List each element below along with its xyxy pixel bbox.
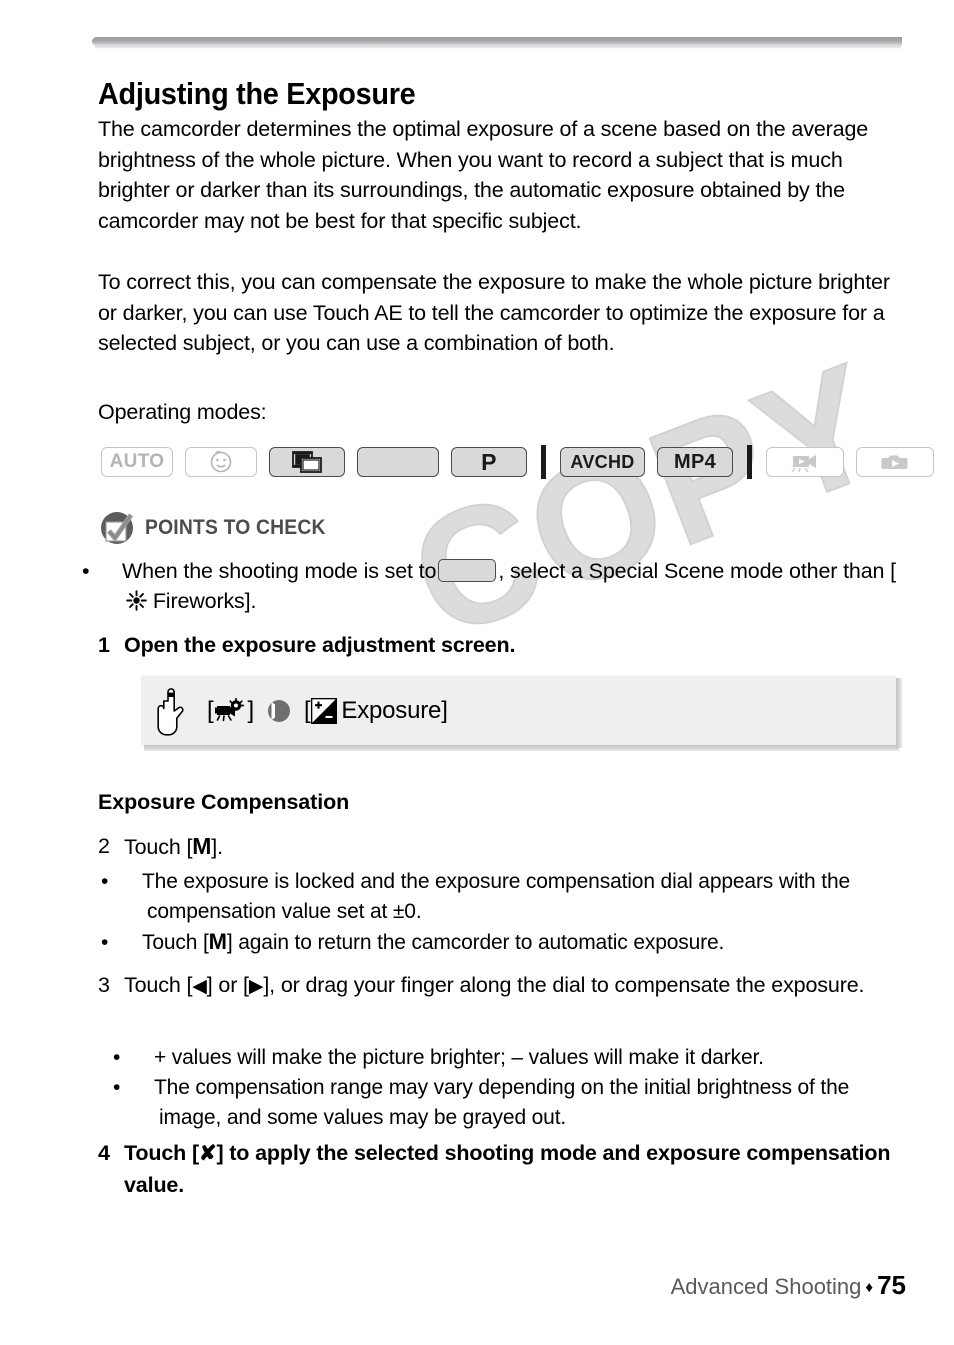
- ptc-text-part2: , select a Special Scene mode other than…: [498, 559, 896, 583]
- step-2-bullet-2-after: ] again to return the camcorder to autom…: [226, 931, 725, 954]
- header-rule: [92, 37, 902, 46]
- close-icon: ✘: [198, 1142, 217, 1165]
- arrow-right-circle-icon: [264, 698, 294, 724]
- step-1-text: Open the exposure adjustment screen.: [124, 633, 516, 657]
- step-2-text: Touch [M].: [124, 831, 904, 863]
- page-title: Adjusting the Exposure: [98, 75, 416, 111]
- mode-group-divider-2: [747, 445, 752, 479]
- callout-exposure-label: Exposure]: [341, 696, 448, 724]
- list-item: • + values will make the picture brighter…: [113, 1043, 906, 1073]
- step-2-bullet-1-text: The exposure is locked and the exposure …: [142, 870, 851, 923]
- mode-badge-photo-playback: [856, 447, 934, 477]
- list-item: • The exposure is locked and the exposure…: [101, 867, 906, 927]
- right-arrow-icon: ▶: [248, 976, 264, 997]
- list-item: • Touch [M] again to return the camcorder…: [101, 927, 906, 958]
- step-2-number: 2: [98, 834, 110, 858]
- step-3-after: ], or drag your finger along the dial to…: [263, 973, 865, 997]
- points-to-check-label: POINTS TO CHECK: [145, 516, 326, 539]
- movie-playback-icon: [790, 451, 820, 473]
- mode-badge-mp4-label: MP4: [673, 450, 717, 473]
- step-2-bullet-2-before: Touch [: [142, 931, 209, 954]
- mode-badge-avchd-label: AVCHD: [570, 451, 635, 472]
- mode-badge-mp4: MP4: [657, 447, 733, 477]
- step-4-after: ] to apply the selected shooting mode an…: [124, 1141, 891, 1197]
- camcorder-menu-icon: [214, 697, 246, 724]
- step-2-after: ].: [211, 835, 223, 859]
- points-to-check-header: POINTS TO CHECK: [98, 509, 341, 547]
- step-2-before: Touch [: [124, 835, 193, 859]
- callout-sequence: [] [Exposure]: [207, 697, 448, 725]
- step-4-text: Touch [✘] to apply the selected shooting…: [124, 1138, 904, 1200]
- step-3-bullet-2-text: The compensation range may vary dependin…: [154, 1076, 850, 1129]
- intro-paragraph: The camcorder determines the optimal exp…: [98, 117, 869, 233]
- operating-modes-row: AUTO P AVCHD MP4: [101, 445, 946, 479]
- step-3-number: 3: [98, 973, 110, 997]
- mode-badge-cinema: [269, 447, 345, 477]
- mode-badge-baby: [185, 447, 257, 477]
- callout-shadow-bottom: [144, 745, 899, 751]
- mode-badge-blank: [357, 447, 439, 477]
- callout-open-bracket-1: [: [207, 696, 214, 724]
- fireworks-label: Fireworks].: [152, 589, 257, 613]
- bullet-marker: •: [82, 559, 90, 583]
- callout-shadow-right: [896, 678, 902, 748]
- section-heading-exposure-compensation: Exposure Compensation: [98, 790, 350, 814]
- step-1: 1 Open the exposure adjustment screen.: [98, 630, 904, 661]
- cinema-film-icon: [292, 451, 322, 473]
- callout-open-bracket-2: [: [303, 696, 311, 724]
- step-4-before: Touch [: [124, 1141, 199, 1165]
- points-to-check-bullet: • When the shooting mode is set to , selec…: [82, 556, 910, 616]
- mode-badge-movie-playback: [766, 447, 844, 477]
- baby-face-icon: [208, 450, 234, 474]
- step-2-bullets: • The exposure is locked and the exposure…: [101, 867, 906, 958]
- mode-badge-auto-label: AUTO: [109, 451, 165, 472]
- manual-mode-symbol: M: [208, 929, 227, 954]
- step-3: 3 Touch [◀] or [▶], or drag your finger …: [98, 970, 904, 1003]
- mode-group-divider-1: [541, 445, 546, 479]
- bullet-marker: •: [101, 931, 109, 954]
- pointing-hand-icon: [155, 685, 189, 737]
- operating-modes-label: Operating modes:: [98, 400, 267, 424]
- mode-badge-program-label: P: [481, 448, 497, 475]
- step-3-bullets: • + values will make the picture brighter…: [113, 1043, 906, 1133]
- mode-badge-program: P: [451, 447, 527, 477]
- list-item: • The compensation range may vary dependi…: [113, 1073, 906, 1133]
- fireworks-icon: [126, 590, 147, 611]
- inline-mode-badge: [438, 559, 497, 582]
- step-4-number: 4: [98, 1141, 110, 1165]
- step-3-middle: ] or [: [206, 973, 249, 997]
- bullet-marker: •: [113, 1046, 121, 1069]
- left-arrow-icon: ◀: [192, 976, 207, 997]
- footer-page-number: 75: [877, 1270, 906, 1300]
- touch-action-callout: [] [Exposure]: [141, 675, 896, 745]
- ptc-text-part1: When the shooting mode is set to: [122, 559, 437, 583]
- step-3-before: Touch [: [124, 973, 193, 997]
- check-mark-icon: [98, 509, 136, 547]
- bullet-marker: •: [113, 1076, 121, 1099]
- page-footer: Advanced Shooting ♦ 75: [0, 1270, 954, 1301]
- bullet-marker: •: [101, 870, 109, 893]
- step-3-bullet-1-text: + values will make the picture brighter;…: [154, 1046, 764, 1069]
- step-4: 4 Touch [✘] to apply the selected shooti…: [98, 1138, 904, 1200]
- footer-chapter: Advanced Shooting: [670, 1274, 862, 1299]
- step-2: 2 Touch [M].: [98, 831, 904, 863]
- correction-paragraph: To correct this, you can compensate the …: [98, 270, 890, 355]
- callout-close-bracket-1: ]: [247, 696, 254, 724]
- photo-playback-icon: [880, 452, 910, 472]
- header-rule-shadow: [95, 46, 901, 49]
- step-3-text: Touch [◀] or [▶], or drag your finger al…: [124, 970, 904, 1003]
- footer-separator-icon: ♦: [865, 1279, 874, 1296]
- manual-mode-symbol: M: [192, 833, 212, 859]
- step-1-number: 1: [98, 633, 110, 657]
- mode-badge-auto: AUTO: [101, 447, 173, 477]
- mode-badge-avchd: AVCHD: [560, 447, 645, 477]
- exposure-compensation-icon: [311, 697, 338, 724]
